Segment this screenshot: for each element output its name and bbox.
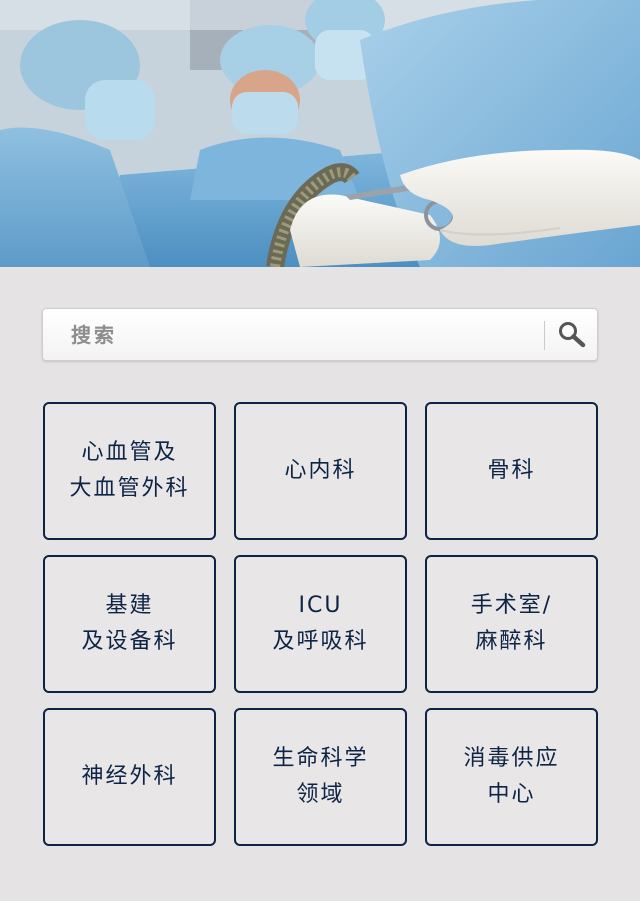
category-operating-room-anesthesia[interactable]: 手术室/ 麻醉科 [425, 555, 598, 693]
tile-label-line1: 心内科 [284, 458, 357, 483]
tile-label-line2: 中心 [487, 782, 536, 807]
search-icon [559, 321, 586, 347]
search-button[interactable] [546, 309, 598, 360]
category-cardiology[interactable]: 心内科 [234, 402, 407, 540]
category-sterilization-supply[interactable]: 消毒供应 中心 [425, 708, 598, 846]
hero-image [0, 0, 640, 267]
tile-label-line1: ICU [298, 593, 343, 618]
tile-label-line2: 及设备科 [81, 629, 178, 654]
category-orthopedics[interactable]: 骨科 [425, 402, 598, 540]
category-cardio-vascular-surgery[interactable]: 心血管及 大血管外科 [43, 402, 216, 540]
tile-label-line1: 骨科 [487, 458, 536, 483]
category-infrastructure-equipment[interactable]: 基建 及设备科 [43, 555, 216, 693]
search-divider [544, 321, 545, 350]
tile-label-line1: 消毒供应 [463, 746, 560, 771]
tile-label-line1: 生命科学 [272, 746, 369, 771]
category-grid: 心血管及 大血管外科 心内科 骨科 基建 及设备科 ICU 及呼吸科 手术室/ … [43, 402, 598, 846]
tile-label-line2: 及呼吸科 [272, 629, 369, 654]
search-bar [42, 308, 598, 361]
tile-label-line1: 基建 [105, 593, 154, 618]
category-icu-respiratory[interactable]: ICU 及呼吸科 [234, 555, 407, 693]
tile-label-line2: 领域 [296, 782, 345, 807]
category-life-sciences[interactable]: 生命科学 领域 [234, 708, 407, 846]
category-neurosurgery[interactable]: 神经外科 [43, 708, 216, 846]
tile-label-line1: 手术室/ [470, 593, 553, 618]
tile-label-line2: 麻醉科 [475, 629, 548, 654]
tile-label-line1: 神经外科 [81, 764, 178, 789]
search-input[interactable] [43, 309, 543, 360]
tile-label-line1: 心血管及 [81, 440, 178, 465]
tile-label-line2: 大血管外科 [69, 476, 190, 501]
surgery-scene-illustration [0, 0, 640, 267]
